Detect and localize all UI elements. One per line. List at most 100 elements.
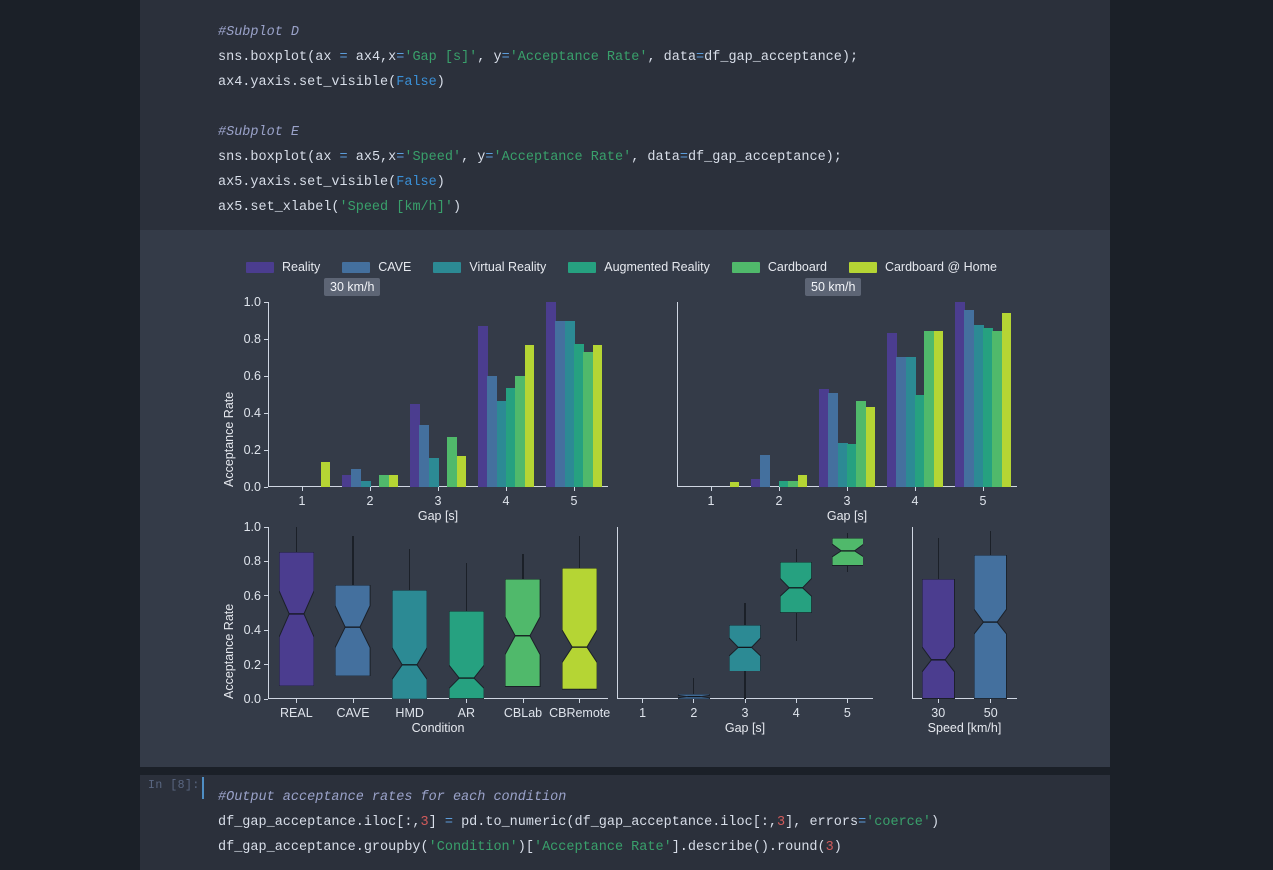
x-tick-label: 50: [983, 706, 998, 720]
matplotlib-figure: Reality CAVE Virtual Reality Augmented Real…: [140, 230, 1110, 767]
x-tick-label: 2: [690, 706, 698, 720]
x-tick-mark: [846, 487, 848, 491]
x-tick-label: 3: [843, 494, 851, 508]
y-tick-mark: [264, 301, 268, 303]
legend-label: Reality: [282, 260, 321, 274]
x-tick-label: 1: [298, 494, 306, 508]
legend-item-3: Augmented Reality: [568, 260, 710, 274]
x-tick-label: 30: [931, 706, 946, 720]
cell-focus-bar: [202, 777, 204, 799]
legend-label: Cardboard @ Home: [884, 260, 997, 274]
y-tick-mark: [264, 338, 268, 340]
top-code-cell-column: #Subplot D sns.boxplot(ax = ax4,x='Gap […: [140, 0, 1110, 230]
x-tick-label: CAVE: [336, 706, 370, 720]
y-tick-label: 1.0: [243, 295, 261, 309]
code-cell-bottom[interactable]: In [8]: #Output acceptance rates for eac…: [140, 775, 1110, 870]
y-tick-mark: [264, 698, 268, 700]
legend-swatch-icon: [246, 261, 274, 273]
bottom-code-cell-column: In [8]: #Output acceptance rates for eac…: [140, 775, 1110, 870]
x-tick-mark: [693, 699, 695, 703]
y-tick-label: 0.4: [243, 406, 261, 420]
bar: [933, 330, 944, 487]
axis-ylabel-c: Acceptance Rate: [222, 603, 236, 699]
y-tick-label: 0.2: [243, 443, 261, 457]
box: [278, 551, 314, 687]
figure-output-cell: Reality CAVE Virtual Reality Augmented Real…: [140, 230, 1110, 767]
x-tick-mark: [369, 487, 371, 491]
legend-label: Augmented Reality: [604, 260, 710, 274]
axis-spine-left: [677, 302, 679, 487]
x-tick-label: REAL: [280, 706, 313, 720]
axis-spine-left: [617, 527, 619, 699]
x-tick-mark: [301, 487, 303, 491]
code-source-top[interactable]: #Subplot D sns.boxplot(ax = ax4,x='Gap […: [140, 20, 1110, 220]
axis-xlabel-d: Gap [s]: [724, 721, 766, 735]
bar: [388, 474, 399, 487]
bar: [760, 454, 771, 487]
y-tick-label: 0.8: [243, 332, 261, 346]
x-tick-mark: [352, 699, 354, 703]
bar: [592, 345, 603, 487]
x-tick-mark: [937, 699, 939, 703]
box: [974, 555, 1008, 699]
y-tick-mark: [264, 664, 268, 666]
y-tick-label: 0.6: [243, 588, 261, 603]
axes-subplot-e: Speed [km/h] 30 50: [912, 527, 1017, 735]
axis-spine-bottom: [268, 697, 608, 699]
x-tick-mark: [522, 699, 524, 703]
axis-spine-left: [268, 302, 270, 487]
axis-xlabel-c: Condition: [411, 721, 465, 735]
y-tick-mark: [264, 526, 268, 528]
legend-swatch-icon: [848, 261, 877, 273]
x-tick-label: 4: [792, 706, 800, 720]
bar: [1001, 313, 1012, 487]
x-tick-mark: [579, 699, 581, 703]
x-tick-mark: [778, 487, 780, 491]
axis-ylabel-a: Acceptance Rate: [222, 391, 236, 487]
axis-xlabel-b: Gap [s]: [826, 509, 868, 523]
bar: [456, 455, 467, 487]
legend-item-1: CAVE: [342, 260, 411, 274]
code-cell-top[interactable]: #Subplot D sns.boxplot(ax = ax4,x='Gap […: [140, 0, 1110, 230]
code-source-bottom[interactable]: #Output acceptance rates for each condit…: [140, 785, 1110, 860]
bar: [797, 474, 808, 487]
x-tick-mark: [465, 699, 468, 703]
x-tick-mark: [642, 699, 644, 703]
x-tick-label: 5: [979, 494, 987, 508]
x-tick-mark: [409, 699, 411, 703]
y-tick-label: 0.4: [243, 623, 261, 638]
box: [780, 562, 813, 613]
speed-badge-50: 50 km/h: [805, 278, 862, 296]
y-tick-label: 0.6: [243, 369, 261, 383]
figure-legend: Reality CAVE Virtual Reality Augmented Real…: [246, 260, 1019, 274]
axes-subplot-b: Gap [s] 50 km/h 1 2 3 4 5: [677, 278, 1017, 523]
legend-swatch-icon: [731, 261, 760, 273]
bar: [729, 482, 740, 487]
bar: [524, 345, 535, 487]
y-tick-label: 0.8: [243, 554, 261, 569]
y-tick-mark: [264, 375, 268, 377]
axes-subplot-d: Gap [s] 1 2 3 4 5: [617, 527, 873, 735]
x-tick-mark: [914, 487, 916, 491]
box: [448, 611, 484, 699]
x-tick-label: 4: [502, 494, 510, 508]
y-tick-label: 0.0: [243, 480, 261, 494]
cell-prompt-label: In [8]:: [148, 779, 200, 792]
bar: [320, 462, 331, 487]
x-tick-mark: [744, 699, 746, 703]
y-tick-mark: [264, 560, 268, 563]
axis-spine-left: [268, 527, 270, 699]
axes-subplot-c: Acceptance Rate Condition 0.0 0.2 0.4 0.6 0.…: [222, 520, 610, 735]
x-tick-label: 4: [911, 494, 919, 508]
box: [921, 579, 955, 699]
x-tick-mark: [437, 487, 439, 491]
legend-label: Virtual Reality: [469, 260, 547, 274]
x-tick-mark: [710, 487, 712, 491]
y-tick-mark: [264, 595, 268, 597]
x-tick-label: 3: [741, 706, 749, 720]
legend-swatch-icon: [433, 261, 462, 273]
y-tick-label: 0.2: [243, 657, 261, 672]
x-tick-mark: [846, 699, 849, 703]
y-tick-label: 1.0: [243, 520, 261, 534]
box: [392, 589, 428, 699]
